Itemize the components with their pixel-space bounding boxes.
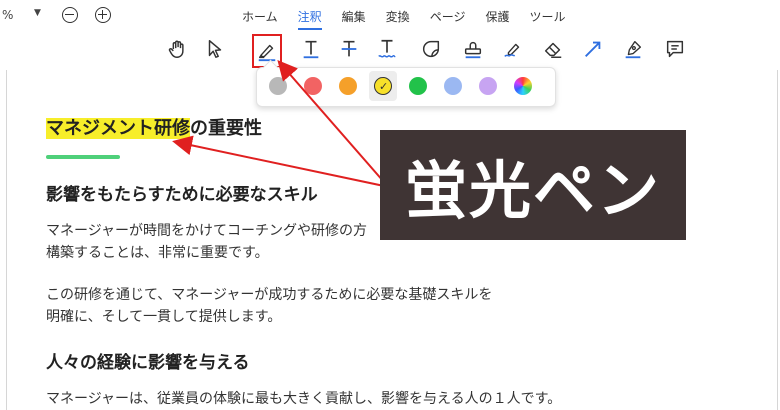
tab-page[interactable]: ページ (420, 0, 476, 34)
paragraph-line: 明確に、そして一貫して提供します。 (46, 309, 282, 325)
eraser-icon[interactable] (540, 36, 566, 62)
top-bar: % ▼ ホーム 注釈 編集 変換 ページ 保護 ツール (0, 0, 780, 34)
color-wheel-icon[interactable] (514, 77, 532, 95)
select-arrow-icon[interactable] (202, 36, 228, 62)
heading-experience: 人々の経験に影響を与える (46, 353, 250, 373)
check-icon: ✓ (379, 80, 389, 93)
main-tabs: ホーム 注釈 編集 変換 ページ 保護 ツール (232, 0, 575, 34)
paragraph-line: この研修を通じて、マネージャーが成功するために必要な基礎スキルを (46, 287, 493, 303)
callout-label: 蛍光ペン (380, 130, 686, 240)
underline-text-icon[interactable] (298, 36, 324, 62)
pen-icon[interactable] (620, 36, 646, 62)
color-swatch-purple[interactable] (479, 77, 497, 95)
title-accent-bar (46, 155, 120, 159)
color-swatch-yellow[interactable]: ✓ (374, 77, 392, 95)
tab-convert[interactable]: 変換 (376, 0, 420, 34)
signature-pen-icon[interactable] (500, 36, 526, 62)
zoom-dropdown-icon[interactable]: ▼ (34, 8, 41, 18)
tab-protect[interactable]: 保護 (475, 0, 519, 34)
paragraph-line: マネージャーは、従業員の体験に最も大きく貢献し、影響を与える人の１人です。 (46, 391, 562, 407)
callout-text: 蛍光ペン (404, 154, 661, 227)
tab-home[interactable]: ホーム (232, 0, 288, 34)
arrow-line-icon[interactable] (580, 36, 606, 62)
color-swatch-red[interactable] (304, 77, 322, 95)
heading-skills: 影響をもたらすために必要なスキル (46, 185, 318, 205)
zoom-level[interactable]: % (2, 8, 13, 22)
color-swatch-green[interactable] (409, 77, 427, 95)
hand-icon[interactable] (164, 36, 190, 62)
strikethrough-text-icon[interactable] (336, 36, 362, 62)
highlight-color-popup: ✓ (256, 59, 556, 107)
page-title: マネジメント研修の重要性 (46, 114, 262, 140)
zoom-in-icon[interactable] (95, 7, 111, 23)
tab-tools[interactable]: ツール (519, 0, 575, 34)
squiggly-underline-icon[interactable] (374, 36, 400, 62)
color-swatch-gray[interactable] (269, 77, 287, 95)
color-swatch-orange[interactable] (339, 77, 357, 95)
stamp-icon[interactable] (460, 36, 486, 62)
annotation-toolbar (0, 34, 780, 68)
comment-icon[interactable] (662, 36, 688, 62)
paragraph-line: 構築することは、非常に重要です。 (46, 245, 269, 261)
paragraph-line: マネージャーが時間をかけてコーチングや研修の方 (46, 223, 368, 239)
tab-annotate[interactable]: 注釈 (288, 0, 332, 34)
zoom-out-icon[interactable] (62, 7, 78, 23)
highlighted-text: マネジメント研修 (46, 118, 190, 139)
title-rest: の重要性 (190, 118, 262, 139)
tab-edit[interactable]: 編集 (332, 0, 376, 34)
color-swatch-blue[interactable] (444, 77, 462, 95)
sticky-note-icon[interactable] (418, 36, 444, 62)
